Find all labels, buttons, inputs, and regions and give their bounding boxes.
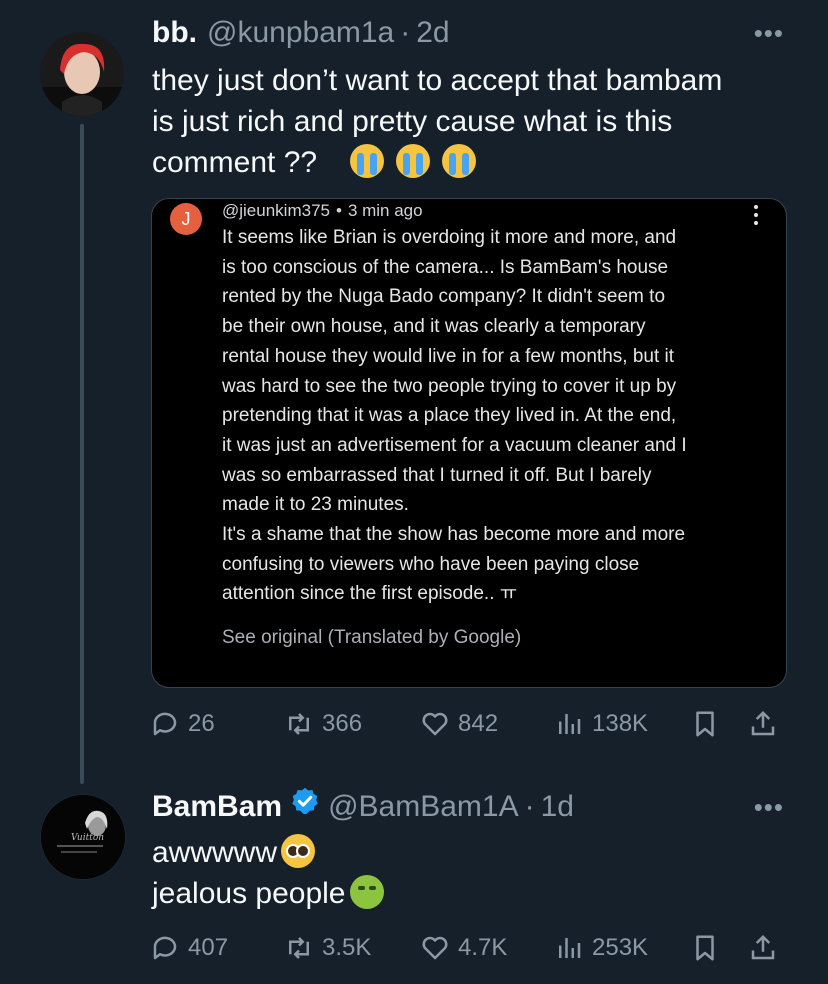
verified-badge-icon: [292, 787, 318, 815]
reply-count: 407: [188, 934, 229, 961]
attached-image-comment[interactable]: J @jieunkim375 • 3 min ago It seems like B…: [151, 198, 787, 688]
crying-face-emoji-icon: [349, 144, 384, 178]
more-options-icon[interactable]: •••: [754, 792, 784, 823]
tweet-text-segment: awwwww: [152, 836, 278, 869]
comment-time: 3 min ago: [347, 201, 423, 220]
tweet-text-segment: comment ??: [152, 146, 318, 179]
reply-icon: [153, 936, 177, 960]
tweet-text-line: jealous people: [152, 873, 802, 914]
display-name[interactable]: bb.: [152, 16, 197, 50]
bookmark-icon: [696, 935, 714, 961]
tweet-text: they just don’t want to accept that bamb…: [152, 60, 802, 183]
commenter-avatar: J: [170, 203, 202, 235]
pleading-face-emoji-icon: [281, 834, 316, 868]
tweet-text: awwwww jealous people: [152, 832, 802, 914]
reply-count: 26: [188, 710, 215, 737]
reply-icon: [153, 712, 177, 736]
tweet-text-segment: jealous people: [152, 877, 346, 910]
display-name[interactable]: BamBam: [152, 790, 282, 824]
comment-meta: @jieunkim375 • 3 min ago: [222, 201, 423, 220]
heart-icon: [422, 712, 448, 736]
like-button[interactable]: 4.7K: [420, 933, 507, 963]
reply-button[interactable]: 26: [150, 709, 215, 739]
views-count: 138K: [592, 710, 649, 737]
bookmark-button[interactable]: [690, 709, 720, 739]
tweet[interactable]: Vuitton BamBam @BamBam1A · 1d ••• awwwww…: [0, 780, 828, 984]
views-count: 253K: [592, 934, 649, 961]
tweet-header: bb. @kunpbam1a · 2d: [152, 16, 450, 56]
retweet-count: 366: [322, 710, 363, 737]
like-button[interactable]: 842: [420, 709, 498, 739]
nauseated-face-emoji-icon: [349, 875, 384, 909]
bookmark-button[interactable]: [690, 933, 720, 963]
avatar[interactable]: Vuitton: [40, 794, 126, 880]
more-options-icon[interactable]: •••: [754, 18, 784, 49]
crying-face-emoji-icon: [396, 144, 431, 178]
separator-dot: ·: [400, 16, 411, 49]
like-count: 4.7K: [458, 934, 508, 961]
views-button[interactable]: 253K: [554, 933, 648, 963]
like-count: 842: [458, 710, 499, 737]
svg-text:Vuitton: Vuitton: [71, 833, 104, 843]
share-icon: [751, 710, 775, 736]
timestamp[interactable]: 1d: [541, 790, 574, 824]
action-bar: 407 3.5K 4.7K 253K: [150, 928, 790, 968]
avatar[interactable]: [40, 32, 124, 116]
share-button[interactable]: [748, 709, 778, 739]
tweet[interactable]: bb. @kunpbam1a · 2d ••• they just don’t …: [0, 0, 828, 760]
share-button[interactable]: [748, 933, 778, 963]
retweet-icon: [289, 713, 309, 735]
handle[interactable]: @kunpbam1a: [207, 16, 394, 50]
tweet-text-line: awwwww: [152, 832, 802, 873]
tweet-text-line: they just don’t want to accept that bamb…: [152, 64, 723, 97]
reply-button[interactable]: 407: [150, 933, 228, 963]
separator-dot: ·: [524, 790, 535, 823]
handle[interactable]: @BamBam1A: [328, 790, 519, 824]
bookmark-icon: [696, 711, 714, 737]
share-icon: [751, 934, 775, 960]
crying-face-emoji-icon: [442, 144, 477, 178]
tweet-text-line: comment ??: [152, 142, 802, 183]
tweet-header: BamBam @BamBam1A · 1d: [152, 786, 574, 826]
commenter-handle: @jieunkim375: [222, 201, 330, 220]
views-button[interactable]: 138K: [554, 709, 648, 739]
retweet-icon: [289, 937, 309, 959]
views-icon: [559, 714, 581, 734]
see-original-link: See original (Translated by Google): [222, 627, 522, 648]
retweet-count: 3.5K: [322, 934, 372, 961]
views-icon: [559, 938, 581, 958]
comment-body: It seems like Brian is overdoing it more…: [222, 227, 687, 605]
action-bar: 26 366 842 138K: [150, 704, 790, 744]
retweet-button[interactable]: 3.5K: [284, 933, 371, 963]
tweet-text-line: is just rich and pretty cause what is th…: [152, 105, 673, 138]
retweet-button[interactable]: 366: [284, 709, 362, 739]
timestamp[interactable]: 2d: [416, 16, 449, 50]
heart-icon: [422, 936, 448, 960]
